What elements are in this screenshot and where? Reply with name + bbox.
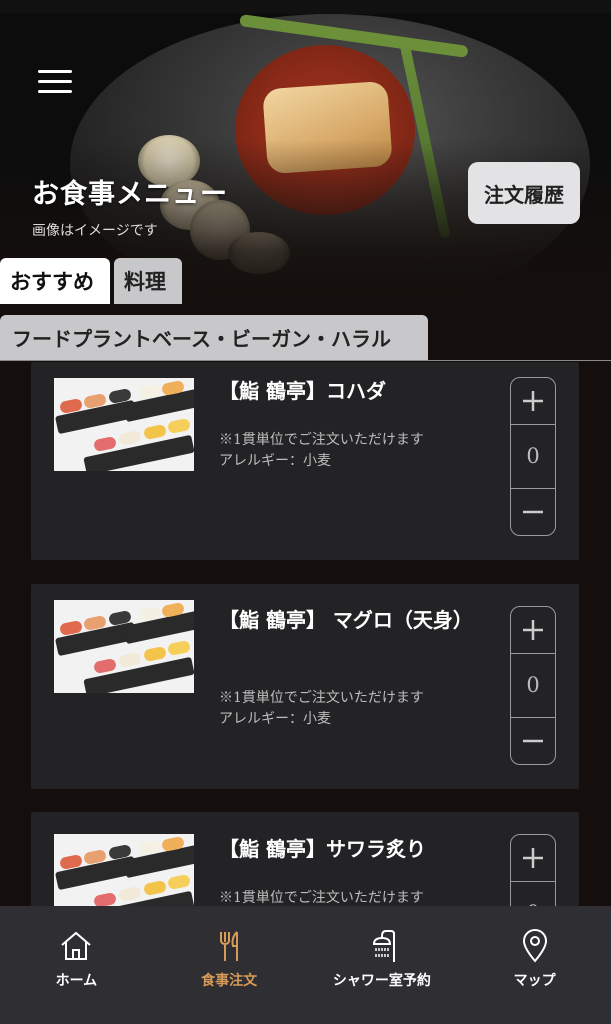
menu-item-card: 【鮨 鶴亭】 マグロ（天身） ※1貫単位でご注文いただけます アレルギー：小麦 …: [31, 584, 579, 789]
quantity-value: 0: [511, 883, 555, 906]
nav-label: シャワー室予約: [332, 973, 431, 989]
minus-icon: [523, 739, 543, 743]
plus-icon: [523, 848, 543, 868]
status-bar: [0, 0, 611, 14]
hamburger-menu-icon[interactable]: [38, 70, 72, 98]
minus-icon: [523, 510, 543, 514]
nav-label: マップ: [513, 973, 556, 989]
category-tabs: おすすめ 料理: [0, 258, 186, 304]
nav-home[interactable]: ホーム: [0, 906, 153, 1024]
quantity-stepper: 0: [510, 606, 556, 765]
nav-food-order[interactable]: 食事注文: [153, 906, 306, 1024]
home-icon: [61, 931, 92, 960]
divider: [0, 360, 611, 361]
plus-icon: [523, 391, 543, 411]
item-note: ※1貫単位でご注文いただけます: [219, 890, 424, 906]
plus-button[interactable]: [511, 835, 555, 882]
quantity-stepper: 0: [510, 834, 556, 906]
item-name: 【鮨 鶴亭】サワラ炙り: [219, 837, 426, 861]
sushi-thumbnail: [54, 600, 194, 693]
nav-shower-reservation[interactable]: シャワー室予約: [306, 906, 459, 1024]
sushi-thumbnail: [54, 378, 194, 471]
menu-item-card: 【鮨 鶴亭】サワラ炙り ※1貫単位でご注文いただけます 0: [31, 812, 579, 906]
item-allergy: アレルギー：小麦: [219, 453, 331, 469]
item-allergy: アレルギー：小麦: [219, 711, 331, 727]
nav-label: ホーム: [55, 973, 98, 989]
nav-label: 食事注文: [201, 973, 258, 989]
hero-image: [0, 0, 611, 300]
plus-button[interactable]: [511, 607, 555, 654]
minus-button[interactable]: [511, 717, 555, 764]
quantity-value: 0: [526, 673, 540, 697]
tab-dishes[interactable]: 料理: [114, 258, 182, 304]
nav-map[interactable]: マップ: [458, 906, 611, 1024]
quantity-stepper: 0: [510, 377, 556, 536]
sushi-thumbnail: [54, 834, 194, 906]
item-note: ※1貫単位でご注文いただけます: [219, 690, 424, 706]
plus-button[interactable]: [511, 378, 555, 425]
fork-knife-icon: [220, 931, 239, 961]
minus-button[interactable]: [511, 488, 555, 535]
page-title: お食事メニュー: [32, 179, 228, 210]
image-disclaimer: 画像はイメージです: [32, 223, 158, 239]
menu-item-card: 【鮨 鶴亭】コハダ ※1貫単位でご注文いただけます アレルギー：小麦 0: [31, 362, 579, 560]
tab-recommended[interactable]: おすすめ: [0, 258, 110, 304]
plus-icon: [523, 620, 543, 640]
map-pin-icon: [522, 929, 547, 963]
item-name: 【鮨 鶴亭】 マグロ（天身）: [219, 608, 473, 632]
tab-plant-based-vegan-halal[interactable]: フードプラントベース・ビーガン・ハラル: [0, 315, 428, 360]
item-note: ※1貫単位でご注文いただけます: [219, 432, 424, 448]
order-history-button[interactable]: 注文履歴: [468, 162, 580, 224]
quantity-value: 0: [526, 444, 540, 468]
bottom-navigation: ホーム 食事注文 シャワー室予約 マップ: [0, 906, 611, 1024]
shower-icon: [372, 930, 395, 962]
item-name: 【鮨 鶴亭】コハダ: [219, 379, 386, 403]
